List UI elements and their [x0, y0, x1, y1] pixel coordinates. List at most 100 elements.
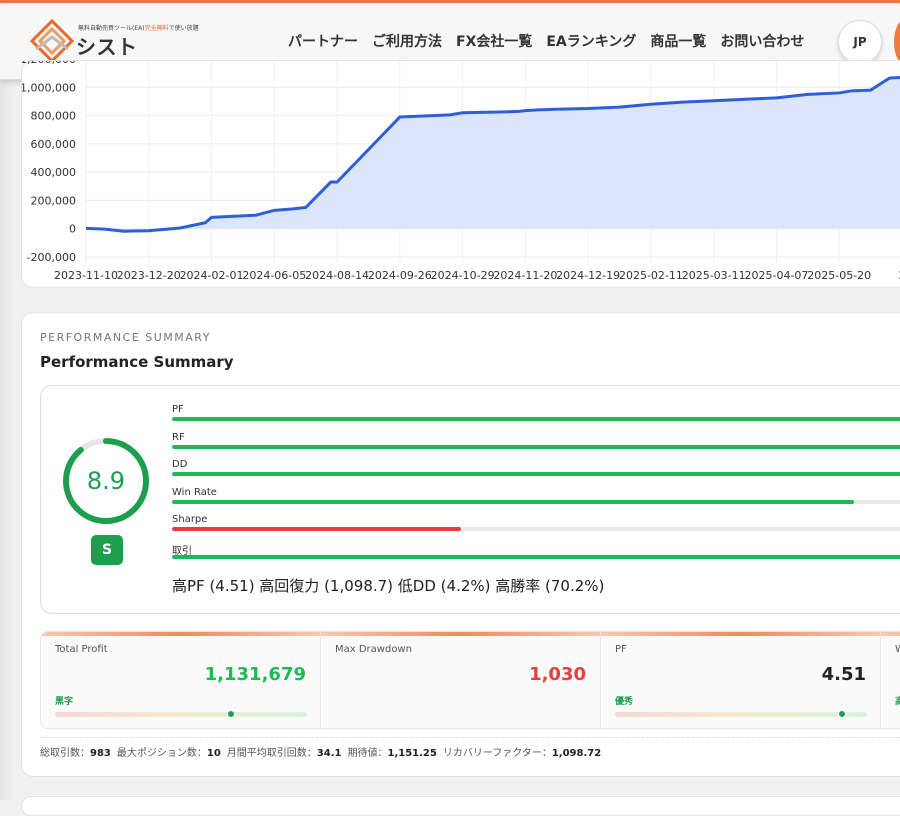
- metric-bar-label: DD: [172, 459, 900, 472]
- x-tick-label: 2025-03-11: [682, 269, 746, 282]
- main-nav: パートナー ご利用方法 FX会社一覧 EAランキング 商品一覧 お問い合わせ: [288, 31, 804, 51]
- metric-card-accent: [881, 632, 900, 636]
- x-tick-label: 2024-02-01: [180, 269, 244, 282]
- metric-value: 1,131,679: [205, 664, 306, 685]
- metric-tag: 優秀: [615, 694, 633, 707]
- metric-bar-fill: [172, 472, 900, 476]
- metric-bar-track: [172, 417, 900, 421]
- metric-bar-row: PF: [172, 404, 900, 421]
- metric-bar-row: Sharpe: [172, 514, 900, 531]
- metric-tag: 高: [895, 694, 900, 707]
- stat-label: リカバリーファクター：: [443, 748, 552, 759]
- x-tick-label: 2024-12-19: [556, 269, 620, 282]
- x-tick-label: 2024-10-29: [431, 269, 495, 282]
- metric-bar-label: Sharpe: [172, 514, 900, 527]
- stat-label: 期待値：: [347, 748, 387, 759]
- metric-card: Max Drawdown 1,030: [321, 632, 601, 729]
- x-tick-label: 2024-11-20: [493, 269, 557, 282]
- y-tick-label: 1,000,000: [22, 81, 76, 94]
- metric-scale: [55, 712, 307, 717]
- next-card: [21, 796, 900, 816]
- performance-card: PERFORMANCE SUMMARY Performance Summary …: [21, 312, 900, 777]
- nav-ea-ranking[interactable]: EAランキング: [546, 31, 636, 51]
- x-tick-label: 2025-05-20: [807, 269, 871, 282]
- metric-label: Total Profit: [55, 644, 108, 655]
- nav-products[interactable]: 商品一覧: [650, 31, 706, 51]
- stat-value: 10: [207, 748, 221, 759]
- score-value: 8.9: [87, 467, 125, 495]
- score-box: 8.9 S PF RF DD Win Rate Sharpe 取引 高PF (4.51) …: [40, 385, 900, 614]
- stat-label: 月間平均取引回数：: [227, 748, 317, 759]
- metric-bar-fill: [172, 555, 900, 559]
- metric-bar-track: [172, 500, 900, 504]
- grade-badge: S: [91, 535, 123, 565]
- metric-bar-fill: [172, 500, 854, 504]
- metric-bar-row: RF: [172, 432, 900, 449]
- metric-tag: 黒字: [55, 694, 73, 707]
- stat-value: 1,151.25: [387, 748, 436, 759]
- metrics-row: Total Profit 1,131,679 黒字 Max Drawdown 1,030…: [40, 631, 900, 729]
- metric-card: W高: [881, 632, 900, 729]
- y-tick-label: 800,000: [31, 110, 77, 123]
- logo-mark-icon: [30, 19, 74, 63]
- y-tick-label: 1,200,000: [22, 61, 76, 66]
- metric-scale: [615, 712, 867, 717]
- metric-card-accent: [41, 632, 320, 636]
- nav-partner[interactable]: パートナー: [288, 31, 358, 51]
- score-gauge: 8.9: [61, 436, 151, 526]
- footer-stats: 総取引数：983 最大ポジション数：10 月間平均取引回数：34.1 期待値：1,15…: [40, 737, 900, 759]
- stat-value: 983: [90, 748, 111, 759]
- metric-value: 4.51: [822, 664, 866, 685]
- metric-bar-label: PF: [172, 404, 900, 417]
- equity-area: [86, 77, 900, 231]
- metric-bar-track: [172, 472, 900, 476]
- metric-bar-fill: [172, 445, 900, 449]
- metric-card: Total Profit 1,131,679 黒字: [41, 632, 321, 729]
- metric-card: PF 4.51 優秀: [601, 632, 881, 729]
- metric-bar-label: Win Rate: [172, 487, 900, 500]
- metric-card-accent: [601, 632, 880, 636]
- metric-label: W: [895, 644, 900, 655]
- stat-label: 総取引数：: [40, 748, 90, 759]
- stat-label: 最大ポジション数：: [117, 748, 207, 759]
- x-tick-label: 2024-09-26: [368, 269, 432, 282]
- nav-fx-companies[interactable]: FX会社一覧: [456, 31, 532, 51]
- equity-chart: 1,200,000 1,000,000 800,000 600,000 400,000 2…: [22, 61, 900, 289]
- section-label: PERFORMANCE SUMMARY: [40, 331, 211, 344]
- equity-chart-card: 1,200,000 1,000,000 800,000 600,000 400,000 2…: [21, 60, 900, 288]
- stat-value: 1,098.72: [552, 748, 601, 759]
- metric-bar-row: 取引: [172, 542, 900, 559]
- scroll-gutter: [0, 80, 14, 800]
- x-tick-label: 2024-08-14: [305, 269, 369, 282]
- metric-label: PF: [615, 644, 627, 655]
- metric-bar-track: [172, 555, 900, 559]
- x-tick-label: 2023-11-10: [54, 269, 118, 282]
- y-tick-label: 0: [69, 223, 76, 236]
- metric-bar-track: [172, 445, 900, 449]
- metric-bar-fill: [172, 527, 461, 531]
- metric-label: Max Drawdown: [335, 644, 412, 655]
- language-button[interactable]: JP: [838, 20, 882, 64]
- metric-bar-row: Win Rate: [172, 487, 900, 504]
- x-tick-label: 2024-06-05: [242, 269, 306, 282]
- stat-value: 34.1: [317, 748, 342, 759]
- x-tick-label: 2023-12-20: [117, 269, 181, 282]
- nav-contact[interactable]: お問い合わせ: [720, 31, 804, 51]
- metric-bar-track: [172, 527, 900, 531]
- y-tick-label: -200,000: [27, 251, 76, 264]
- summary-text: 高PF (4.51) 高回復力 (1,098.7) 低DD (4.2%) 高勝率…: [172, 575, 604, 596]
- nav-how-to-use[interactable]: ご利用方法: [372, 31, 442, 51]
- y-tick-label: 200,000: [31, 194, 77, 207]
- metric-bar-row: DD: [172, 459, 900, 476]
- section-title: Performance Summary: [40, 353, 234, 371]
- menu-button[interactable]: [894, 20, 900, 64]
- y-tick-label: 600,000: [31, 138, 77, 151]
- metric-card-accent: [321, 632, 600, 636]
- y-tick-label: 400,000: [31, 166, 77, 179]
- x-tick-label: 2025-02-11: [619, 269, 683, 282]
- metric-value: 1,030: [529, 664, 586, 685]
- metric-bar-fill: [172, 417, 900, 421]
- metric-bar-label: RF: [172, 432, 900, 445]
- metric-bar-label: 取引: [172, 542, 900, 555]
- x-tick-label: 2025-04-07: [744, 269, 808, 282]
